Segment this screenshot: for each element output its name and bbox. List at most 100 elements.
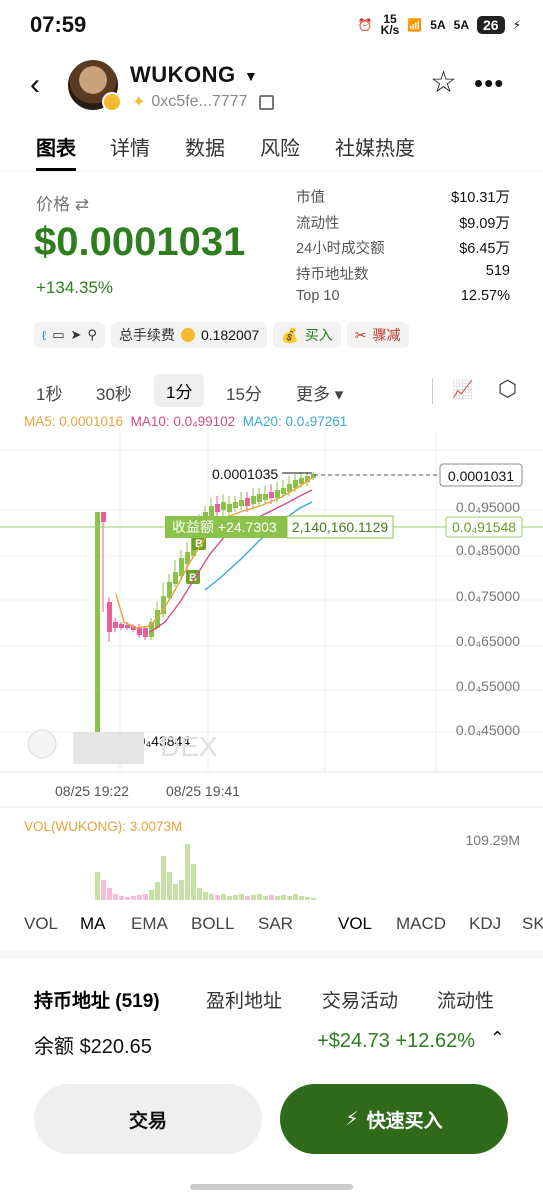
- tf-30s[interactable]: 30秒: [96, 380, 132, 405]
- volume-bar: [143, 894, 148, 900]
- tab-details[interactable]: 详情: [110, 132, 150, 161]
- candle: [239, 500, 244, 506]
- ind-kdj[interactable]: KDJ: [469, 914, 501, 934]
- holder-tabs: 持币地址 (519) 盈利地址 交易活动 流动性: [0, 982, 543, 1012]
- balance-pnl: +$24.73 +12.62%: [317, 1030, 475, 1052]
- back-icon[interactable]: ‹: [30, 70, 40, 100]
- volume-bars: [95, 844, 316, 900]
- volume-bar: [173, 884, 178, 900]
- tab-activity[interactable]: 交易活动: [322, 986, 398, 1013]
- tab-profit[interactable]: 盈利地址: [206, 986, 282, 1013]
- volume-bar: [299, 896, 304, 900]
- money-bag-icon: 💰: [281, 326, 299, 343]
- volume-bar: [95, 872, 100, 900]
- ma10-label: MA10: 0.0₄99102: [130, 414, 236, 429]
- tab-chart[interactable]: 图表: [36, 132, 76, 161]
- tab-liquidity[interactable]: 流动性: [437, 986, 494, 1013]
- volume-bar: [215, 895, 220, 900]
- status-time: 07:59: [30, 12, 87, 37]
- volume-bar: [131, 896, 136, 900]
- candle: [113, 622, 118, 628]
- tab-risk[interactable]: 风险: [260, 132, 300, 161]
- fee-chip[interactable]: 总手续费 0.182007: [110, 322, 268, 348]
- action-chips: ℓ ▭ ➤ ⚲ 总手续费 0.182007 💰 买入 ✂ 骤减: [34, 322, 409, 348]
- tab-data[interactable]: 数据: [185, 132, 225, 161]
- telegram-icon[interactable]: ➤: [71, 327, 82, 343]
- battery-level: 26: [476, 16, 505, 34]
- volume-bar: [155, 882, 160, 900]
- caret-down-icon[interactable]: ▼: [244, 68, 258, 84]
- token-header: ‹ WUKONG ▼ ✦ 0xc5fe...7777 ☆ •••: [0, 56, 543, 120]
- tf-1s[interactable]: 1秒: [36, 380, 62, 405]
- candle: [245, 498, 250, 506]
- y-tick-label: 0.0₄55000: [456, 678, 520, 694]
- candle: [251, 496, 256, 504]
- buy-chip[interactable]: 💰 买入: [273, 322, 341, 348]
- candle: [119, 624, 124, 628]
- address-text: 0xc5fe...7777: [151, 93, 248, 110]
- watermark-logo: ▇▇▇: [73, 730, 144, 765]
- vol-max-label: 109.29M: [466, 832, 520, 848]
- tab-social[interactable]: 社媒热度: [335, 132, 415, 161]
- tf-more[interactable]: 更多 ▾: [296, 380, 343, 405]
- web-icon[interactable]: ▭: [52, 327, 64, 343]
- timeframe-bar: 1秒 30秒 1分 15分 更多 ▾ 📈 ⬡: [0, 372, 543, 408]
- ind-sk[interactable]: SK: [522, 914, 543, 934]
- tf-15m[interactable]: 15分: [226, 380, 262, 405]
- volume-bar: [203, 892, 208, 900]
- price-chart[interactable]: BB 0.0₄950000.0₄850000.0₄750000.0₄650000…: [0, 432, 543, 904]
- feather-icon[interactable]: ℓ: [42, 328, 46, 343]
- ma20-label: MA20: 0.0₄97261: [242, 414, 348, 429]
- volume-bar: [191, 864, 196, 900]
- volume-bar: [263, 896, 268, 900]
- tf-1m[interactable]: 1分: [154, 374, 205, 407]
- settings-icon[interactable]: ⬡: [498, 376, 517, 402]
- stat-row: 市值 $10.31万: [296, 190, 510, 206]
- ind-ma[interactable]: MA: [80, 914, 106, 934]
- volume-bar: [107, 888, 112, 900]
- search-icon[interactable]: ⚲: [87, 327, 97, 343]
- lightning-icon: ⚡: [345, 1108, 359, 1130]
- main-tabs: 图表 详情 数据 风险 社媒热度: [0, 128, 543, 172]
- candle: [281, 488, 286, 494]
- tab-holders[interactable]: 持币地址 (519): [34, 986, 160, 1013]
- copy-icon[interactable]: [259, 94, 275, 110]
- ind-boll[interactable]: BOLL: [191, 914, 234, 934]
- ind-vol[interactable]: VOL: [24, 914, 58, 934]
- price-change: +134.35%: [36, 278, 114, 297]
- home-indicator: [190, 1184, 353, 1190]
- trade-button[interactable]: 交易: [34, 1084, 262, 1154]
- chart-labels: 0.0₄95000 0.0₄85000 0.0₄75000 0.0₄65000 0.0₄…: [0, 463, 543, 848]
- high-label: 0.0001035: [212, 466, 278, 482]
- social-links[interactable]: ℓ ▭ ➤ ⚲: [34, 322, 105, 348]
- x-tick-label: 08/25 19:41: [166, 783, 240, 799]
- indicator-icon[interactable]: 📈: [452, 380, 473, 400]
- candle: [137, 628, 142, 635]
- volume-bar: [149, 890, 154, 900]
- chevron-up-icon[interactable]: ⌃: [490, 1028, 505, 1049]
- sell-chip[interactable]: ✂ 骤减: [346, 322, 409, 348]
- stat-row: 24小时成交额 $6.45万: [296, 241, 510, 257]
- quick-buy-button[interactable]: ⚡ 快速买入: [280, 1084, 508, 1154]
- ind-ema[interactable]: EMA: [131, 914, 168, 934]
- ma-legend: MA5: 0.0001016 MA10: 0.0₄99102 MA20: 0.0…: [24, 414, 347, 429]
- vol-label: VOL(WUKONG): 3.0073M: [24, 819, 182, 834]
- volume-bar: [275, 896, 280, 900]
- volume-bar: [119, 896, 124, 900]
- swap-icon[interactable]: ⇄: [75, 195, 89, 214]
- more-icon[interactable]: •••: [474, 68, 504, 99]
- tab-underline: [36, 168, 76, 171]
- star-icon[interactable]: ☆: [430, 68, 457, 98]
- token-address[interactable]: ✦ 0xc5fe...7777: [132, 92, 275, 112]
- candle: [209, 506, 214, 516]
- net-speed-unit: K/s: [380, 23, 400, 37]
- y-tick-label: 0.0₄95000: [456, 499, 520, 515]
- ind-vol2[interactable]: VOL: [338, 914, 372, 934]
- token-avatar: [68, 60, 122, 112]
- volume-bar: [245, 896, 250, 900]
- ind-sar[interactable]: SAR: [258, 914, 293, 934]
- token-name[interactable]: WUKONG: [130, 62, 236, 88]
- x-tick-label: 08/25 19:22: [55, 783, 129, 799]
- ind-macd[interactable]: MACD: [396, 914, 446, 934]
- section-divider: [0, 950, 543, 958]
